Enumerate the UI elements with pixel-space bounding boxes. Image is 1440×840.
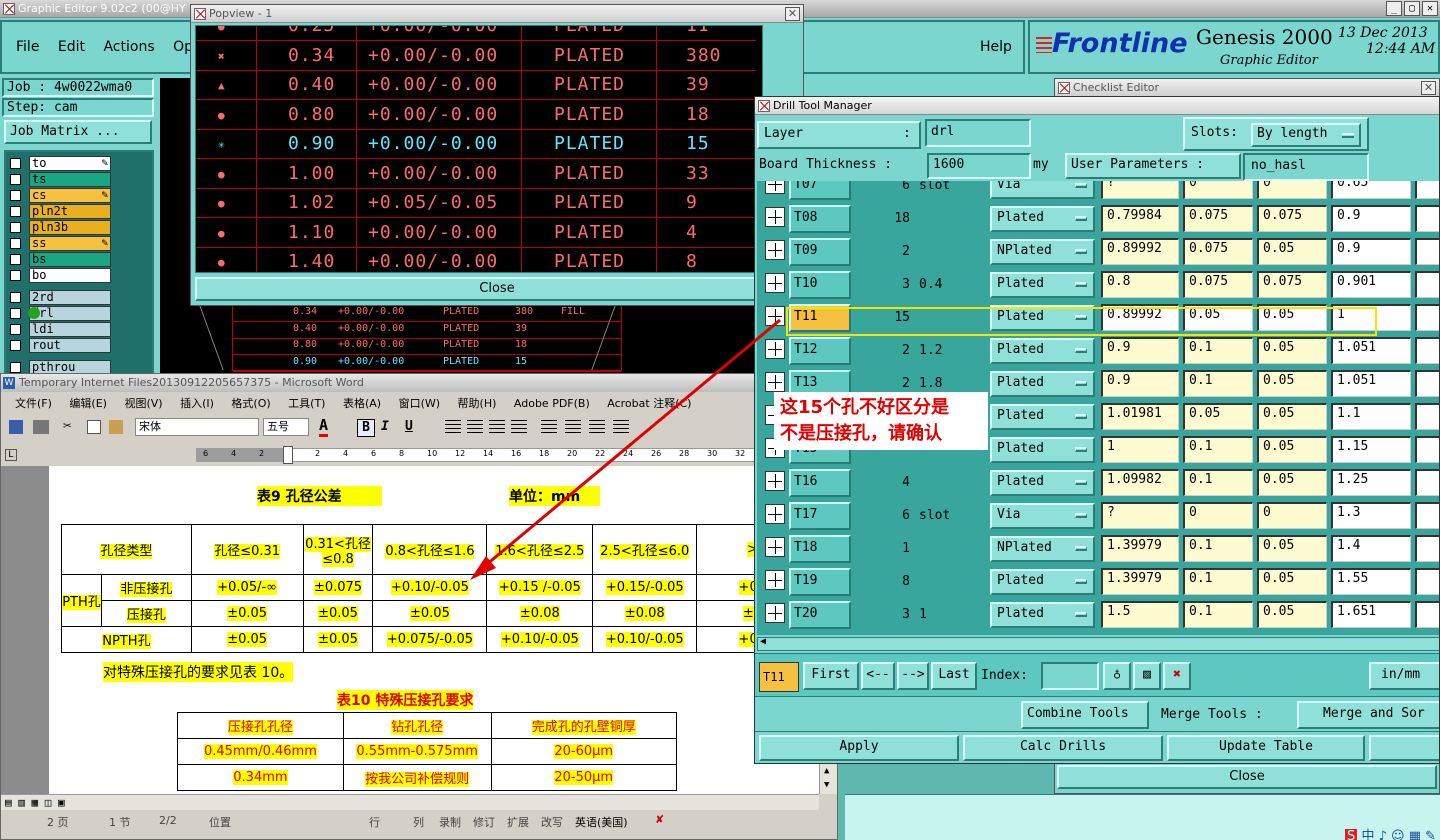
arrow-shaft: [479, 318, 781, 572]
annotation-arrow: [470, 318, 781, 580]
